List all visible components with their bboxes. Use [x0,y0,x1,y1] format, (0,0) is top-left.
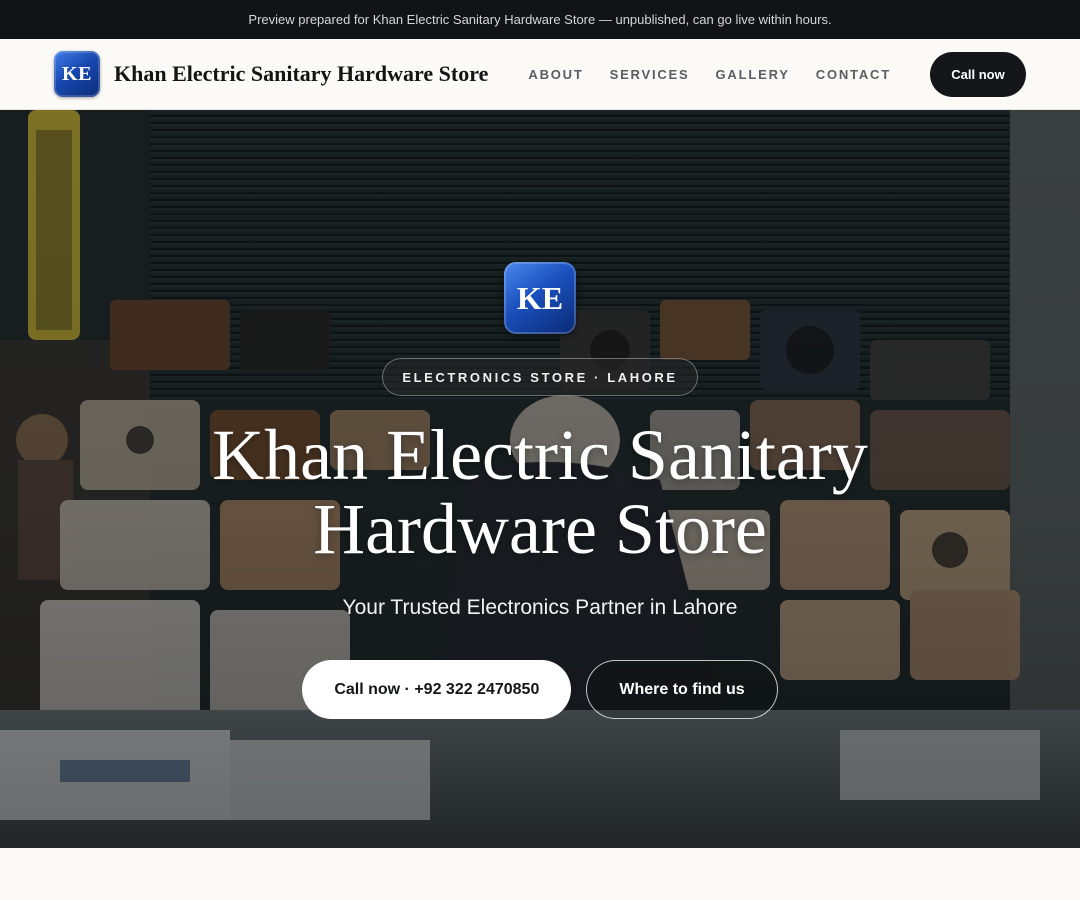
nav-services[interactable]: SERVICES [610,67,690,82]
nav-about[interactable]: ABOUT [528,67,583,82]
nav-gallery[interactable]: GALLERY [716,67,790,82]
call-now-button[interactable]: Call now · +92 322 2470850 [302,660,572,719]
main-nav: ABOUT SERVICES GALLERY CONTACT [528,67,891,82]
header-call-button[interactable]: Call now [930,51,1026,97]
brand-name: Khan Electric Sanitary Hardware Store [114,61,489,86]
hero-logo-icon: KE [504,262,576,334]
nav-contact[interactable]: CONTACT [816,67,891,82]
below-hero-area [0,848,1080,900]
hero-title: Khan Electric Sanitary Hardware Store [212,415,868,569]
site-header: KE Khan Electric Sanitary Hardware Store… [0,39,1080,110]
find-us-button[interactable]: Where to find us [586,660,778,719]
hero-cta-group: Call now · +92 322 2470850 Where to find… [302,660,778,719]
logo-icon: KE [54,51,100,97]
hero-content: KE ELECTRONICS STORE · LAHORE Khan Elect… [0,262,1080,719]
preview-banner: Preview prepared for Khan Electric Sanit… [0,0,1080,39]
hero-subtitle: Your Trusted Electronics Partner in Laho… [342,596,738,619]
brand[interactable]: KE Khan Electric Sanitary Hardware Store [54,51,488,97]
preview-banner-text: Preview prepared for Khan Electric Sanit… [248,12,832,27]
hero-category-tag: ELECTRONICS STORE · LAHORE [382,358,698,396]
hero-section: KE ELECTRONICS STORE · LAHORE Khan Elect… [0,110,1080,848]
